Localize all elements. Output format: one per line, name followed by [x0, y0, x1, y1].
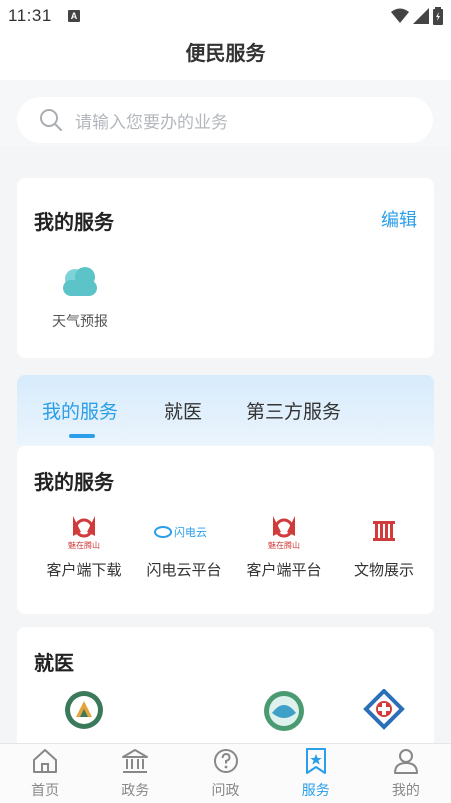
tab-label: 我的	[391, 782, 420, 798]
svg-text:魅在腾山: 魅在腾山	[68, 540, 100, 550]
search-icon	[40, 109, 62, 131]
tab-label: 政务	[121, 782, 150, 798]
tab-label: 服务	[301, 782, 330, 798]
tab-label: 首页	[31, 782, 60, 798]
government-icon	[122, 749, 149, 773]
tab-my-services[interactable]: 我的服务	[42, 397, 118, 424]
search-area: 请输入您要办的业务	[0, 80, 451, 146]
services-section-title: 我的服务	[34, 472, 114, 494]
hospital-logo-icon[interactable]	[63, 689, 105, 731]
status-time: 11:31	[8, 6, 52, 25]
bottom-tab-bar: 首页 政务 问政 服务 我的	[0, 743, 451, 803]
question-icon	[213, 749, 238, 773]
service-label: 客户端平台	[246, 562, 322, 579]
service-bookmark-icon	[305, 748, 326, 774]
signal-icon	[413, 8, 429, 24]
tab-services[interactable]: 服务	[271, 744, 361, 803]
weather-cloud-icon	[63, 267, 97, 296]
category-tabs: 我的服务 就医 第三方服务	[17, 375, 434, 445]
tab-medical[interactable]: 就医	[164, 397, 202, 424]
my-services-card: 我的服务 编辑 天气预报	[17, 178, 434, 358]
app-header: 便民服务	[0, 32, 451, 80]
hospital-logo-icon[interactable]	[262, 689, 306, 733]
health-bureau-logo-icon[interactable]	[362, 689, 406, 733]
search-placeholder: 请输入您要办的业务	[75, 112, 228, 132]
lightning-cloud-icon: 闪电云	[154, 525, 207, 539]
page-title: 便民服务	[185, 43, 266, 65]
app-logo-icon: 魅在腾山	[268, 516, 300, 550]
notification-icon: A	[68, 10, 80, 22]
svg-text:魅在腾山: 魅在腾山	[268, 540, 300, 550]
svg-text:闪电云: 闪电云	[174, 525, 207, 539]
app-logo-icon: 魅在腾山	[68, 516, 100, 550]
tab-third-party[interactable]: 第三方服务	[246, 397, 341, 424]
search-input[interactable]: 请输入您要办的业务	[17, 97, 433, 143]
service-relic-display[interactable]: 文物展示	[334, 512, 434, 580]
my-services-title: 我的服务	[34, 212, 114, 234]
service-label: 客户端下载	[46, 562, 122, 579]
home-icon	[33, 749, 58, 773]
service-lightning-cloud[interactable]: 闪电云 闪电云平台	[134, 512, 234, 580]
active-tab-indicator	[69, 434, 95, 438]
user-icon	[393, 749, 418, 774]
service-label: 文物展示	[353, 562, 414, 579]
status-icons	[391, 7, 443, 25]
tab-profile[interactable]: 我的	[361, 744, 451, 803]
relic-icon	[373, 521, 395, 541]
edit-button[interactable]: 编辑	[381, 206, 417, 232]
tab-label: 问政	[211, 782, 240, 798]
tab-home[interactable]: 首页	[0, 744, 90, 803]
battery-icon	[433, 7, 443, 25]
tab-inquiry[interactable]: 问政	[180, 744, 270, 803]
service-client-platform[interactable]: 魅在腾山 客户端平台	[234, 512, 334, 580]
service-label: 闪电云平台	[146, 562, 222, 579]
service-client-download[interactable]: 魅在腾山 客户端下载	[34, 512, 134, 580]
weather-label: 天气预报	[52, 313, 108, 329]
tab-government[interactable]: 政务	[90, 744, 180, 803]
medical-section-title: 就医	[34, 653, 74, 675]
wifi-icon	[391, 8, 409, 23]
weather-service-item[interactable]: 天气预报	[45, 266, 115, 331]
services-section: 我的服务 魅在腾山 客户端下载 闪电云 闪电云平台 魅在腾山 客户端平台 文物展…	[17, 446, 434, 614]
status-bar: 11:31 A	[0, 0, 451, 32]
